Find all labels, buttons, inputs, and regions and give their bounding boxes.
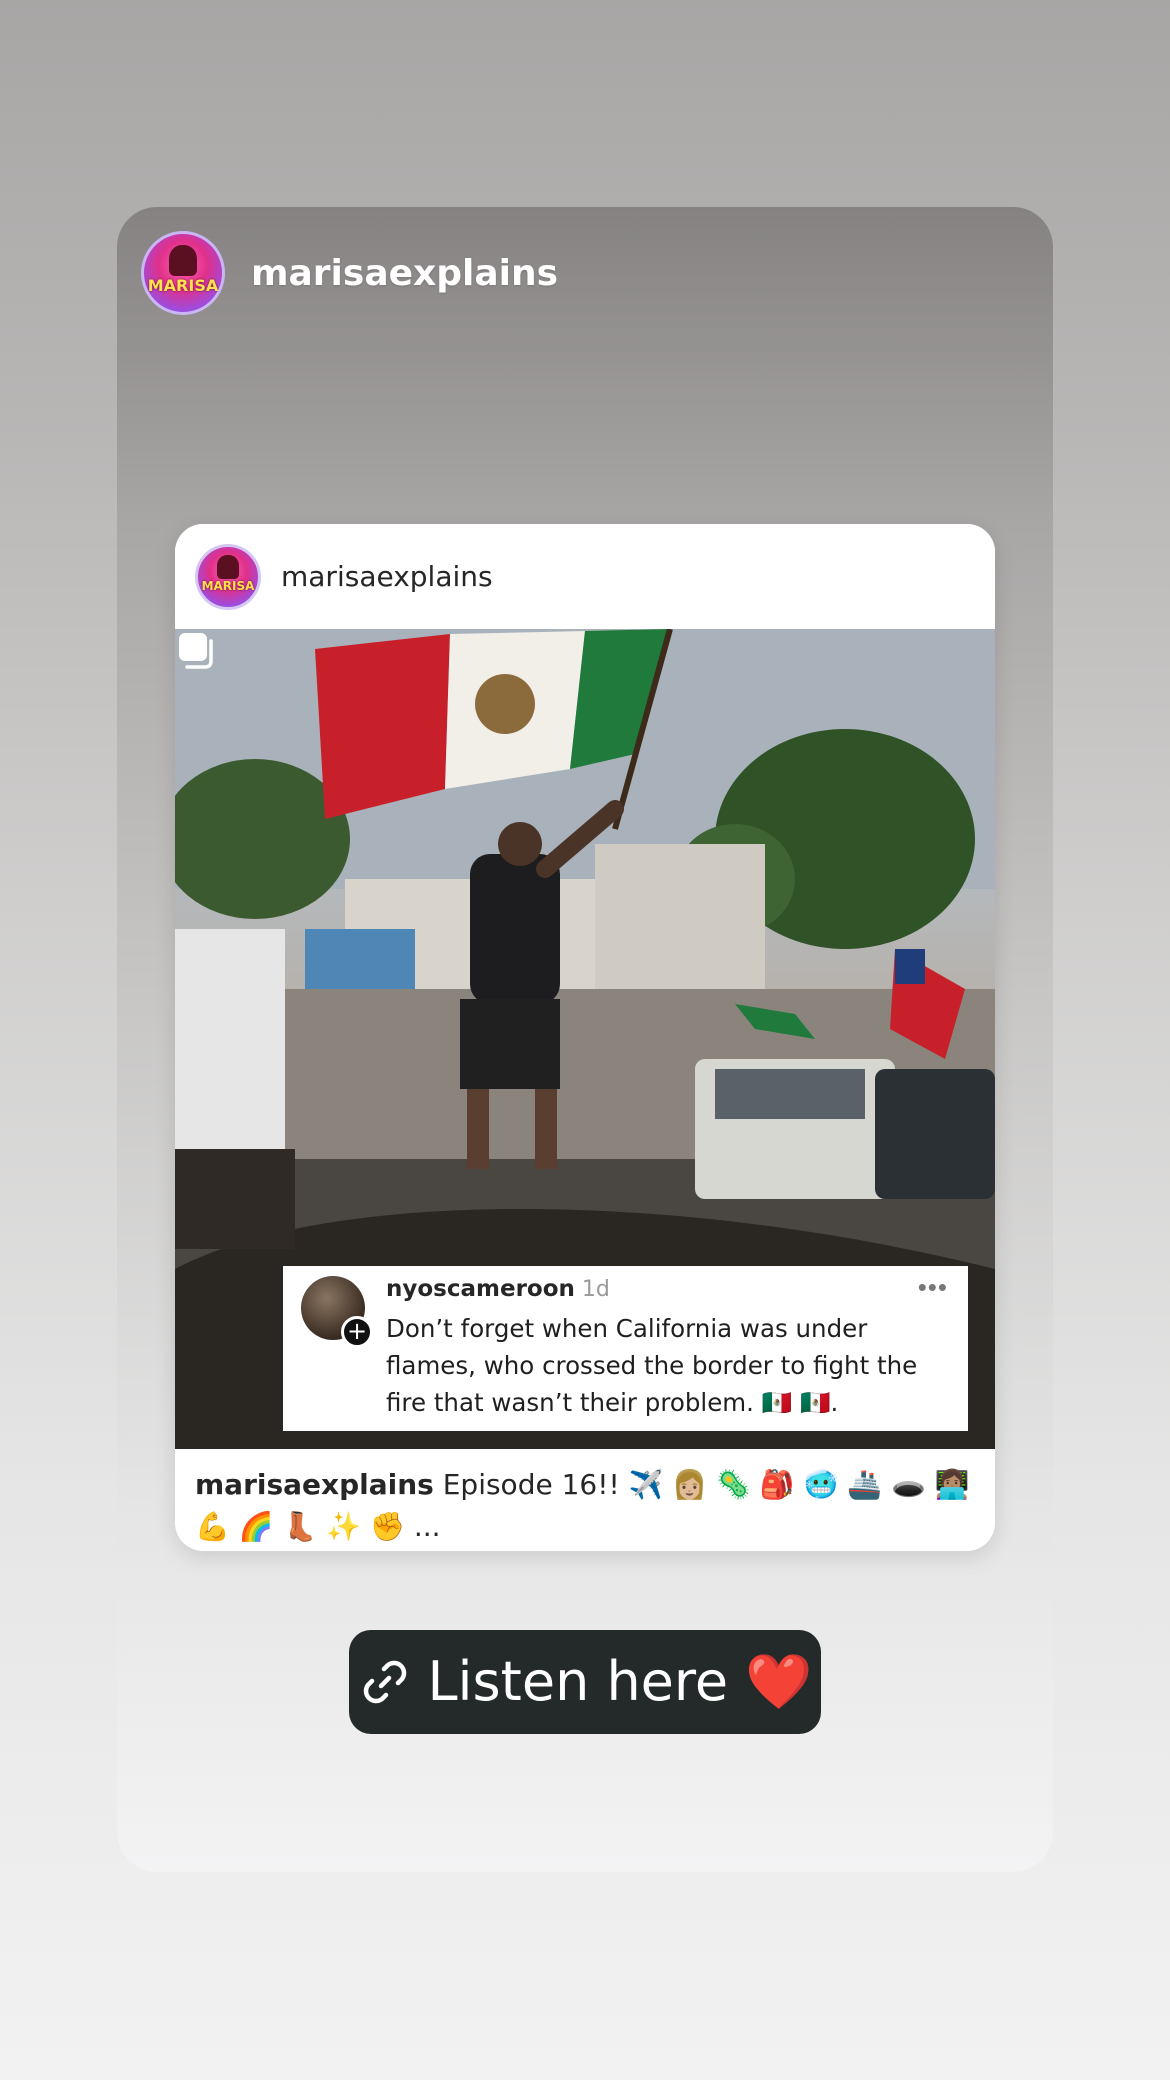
plus-icon: +	[341, 1316, 373, 1348]
comment-meta: nyoscameroon 1d	[386, 1276, 952, 1310]
link-icon	[364, 1660, 407, 1704]
post-header: MARISA marisaexplains	[175, 524, 995, 629]
more-options-icon: •••	[917, 1272, 948, 1302]
caption-username: marisaexplains	[195, 1468, 434, 1501]
avatar-figure	[168, 244, 198, 277]
link-sticker-label: Listen here ❤️	[427, 1650, 813, 1713]
comment-text: Don’t forget when California was under f…	[386, 1314, 918, 1417]
link-sticker[interactable]: Listen here ❤️	[349, 1630, 821, 1734]
post-username[interactable]: marisaexplains	[281, 560, 493, 593]
shared-post-card[interactable]: MARISA marisaexplains + nyoscameroon 1d …	[175, 524, 995, 1551]
avatar-figure	[217, 554, 239, 579]
multiple-photos-icon	[179, 633, 213, 669]
comment-timestamp: 1d	[581, 1277, 610, 1302]
post-photo[interactable]: + nyoscameroon 1d ••• Don’t forget when …	[175, 629, 995, 1449]
story-frame[interactable]: MARISA marisaexplains MARISA marisaexpla…	[117, 207, 1053, 1872]
commenter-username: nyoscameroon	[386, 1276, 575, 1302]
post-caption: marisaexplains Episode 16!! ✈️ 👩🏼 🦠 🎒 🥶 …	[195, 1464, 985, 1548]
comment-reply-sticker: + nyoscameroon 1d ••• Don’t forget when …	[283, 1266, 968, 1431]
post-avatar[interactable]: MARISA	[195, 543, 261, 610]
story-header: MARISA marisaexplains	[141, 231, 558, 315]
avatar-logo-text: MARISA	[201, 579, 255, 594]
story-username[interactable]: marisaexplains	[251, 253, 558, 294]
story-avatar[interactable]: MARISA	[141, 231, 225, 315]
avatar-logo-text: MARISA	[147, 275, 219, 295]
